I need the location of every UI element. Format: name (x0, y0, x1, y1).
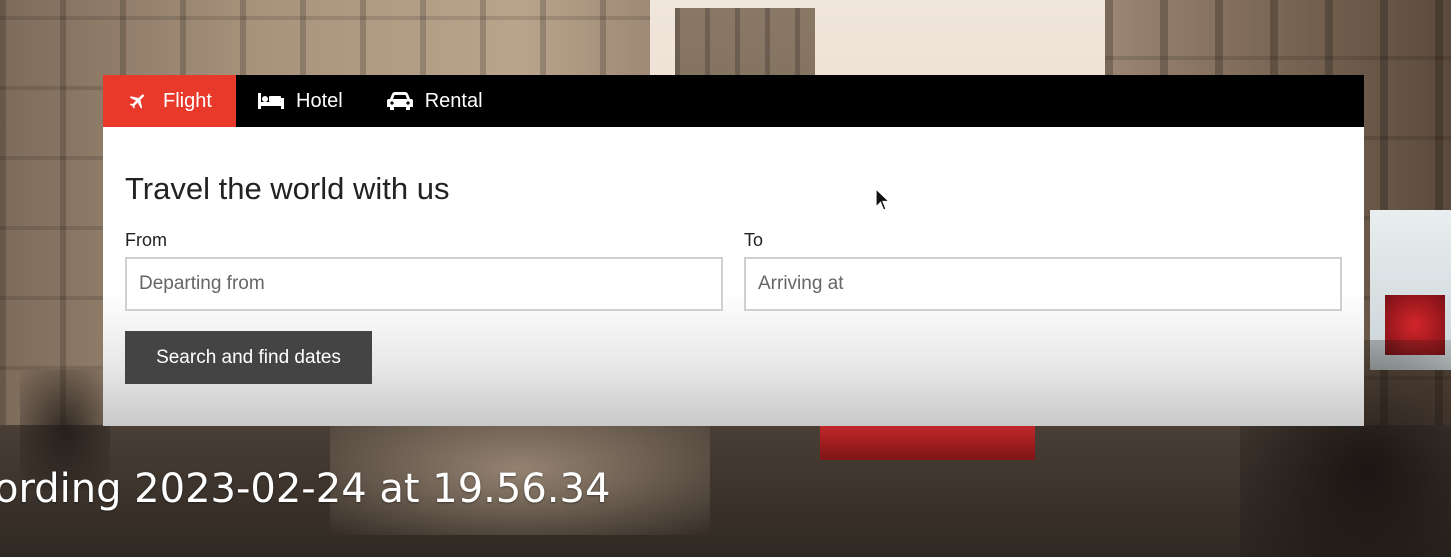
tab-hotel[interactable]: Hotel (236, 75, 365, 127)
to-label: To (744, 230, 764, 250)
booking-widget: Flight Hotel Rental Travel the world wit… (103, 75, 1364, 426)
tab-rental[interactable]: Rental (365, 75, 505, 127)
search-button[interactable]: Search and find dates (125, 331, 372, 384)
tab-bar: Flight Hotel Rental (103, 75, 1364, 127)
tab-flight[interactable]: Flight (103, 75, 236, 127)
tab-hotel-label: Hotel (296, 89, 343, 112)
search-panel: Travel the world with us From To Search … (103, 127, 1364, 426)
tab-flight-label: Flight (163, 89, 212, 112)
car-icon (386, 90, 413, 112)
bed-icon (258, 90, 284, 112)
red-bus (820, 425, 1035, 460)
tab-rental-label: Rental (424, 89, 483, 112)
to-input[interactable] (744, 257, 1342, 311)
from-input[interactable] (125, 257, 723, 311)
recording-caption: ording 2023-02-24 at 19.56.34 (0, 466, 611, 512)
plane-icon (125, 90, 151, 112)
from-label: From (125, 230, 167, 250)
mouse-cursor-icon (875, 188, 891, 211)
page-title: Travel the world with us (125, 171, 450, 206)
